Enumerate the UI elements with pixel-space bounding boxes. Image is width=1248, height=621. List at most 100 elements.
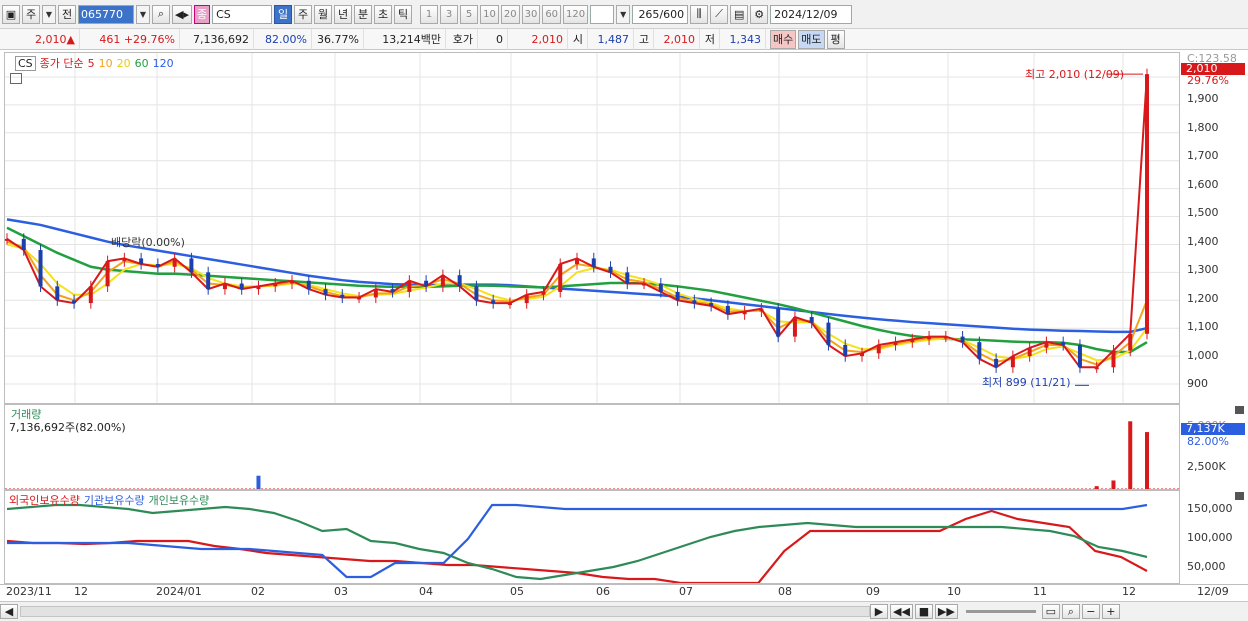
candle xyxy=(373,289,378,298)
candle xyxy=(1111,350,1116,368)
bar-count-input[interactable]: 265/600 xyxy=(632,4,689,24)
period-year-button[interactable]: 년 xyxy=(334,4,353,24)
candle xyxy=(72,300,77,304)
search-zoom-icon[interactable]: ⌕ xyxy=(1061,604,1080,619)
window-icon[interactable]: ▣ xyxy=(2,4,20,24)
stop-icon[interactable]: ■ xyxy=(914,604,933,619)
holder-y-label: 150,000 xyxy=(1187,502,1233,515)
legend-individual[interactable]: 개인보유수량 xyxy=(149,492,210,508)
candle xyxy=(608,266,613,273)
volume-chart[interactable] xyxy=(5,405,1180,490)
interval-20[interactable]: 20 xyxy=(500,4,520,24)
holder-pane[interactable]: 외국인보유수량 기관보유수량 개인보유수량 xyxy=(4,490,1180,584)
unit-select[interactable]: 주 xyxy=(22,4,40,24)
candle-icon[interactable]: ⫼ xyxy=(690,4,709,24)
sell-button[interactable]: 매도 xyxy=(798,29,825,49)
stock-name-field[interactable]: CS xyxy=(212,4,273,24)
avg-button[interactable]: 평 xyxy=(826,29,845,49)
gear-icon[interactable]: ⚙ xyxy=(750,4,769,24)
candle xyxy=(642,283,647,286)
candle xyxy=(256,286,261,290)
candle xyxy=(340,294,345,298)
legend-ma5[interactable]: 5 xyxy=(88,57,95,70)
y-label: 1,100 xyxy=(1187,320,1219,333)
chevron-down-icon[interactable]: ▼ xyxy=(42,4,56,24)
legend-stock-name[interactable]: CS xyxy=(15,55,36,71)
period-second-button[interactable]: 초 xyxy=(374,4,393,24)
interval-1[interactable]: 1 xyxy=(420,4,439,24)
y-label: 1,000 xyxy=(1187,349,1219,362)
date-input[interactable]: 2024/12/09 xyxy=(770,4,853,24)
candle xyxy=(1061,342,1066,345)
interval-30[interactable]: 30 xyxy=(521,4,541,24)
buy-button[interactable]: 매수 xyxy=(770,29,797,49)
save-icon[interactable]: ▤ xyxy=(730,4,749,24)
period-week-button[interactable]: 주 xyxy=(294,4,313,24)
period-minute-button[interactable]: 분 xyxy=(354,4,373,24)
legend-institution[interactable]: 기관보유수량 xyxy=(84,492,145,508)
close-icon[interactable] xyxy=(1235,406,1244,414)
scroll-left-icon[interactable]: ◀ xyxy=(0,604,18,619)
x-label: 2024/01 xyxy=(156,585,202,598)
candle xyxy=(1077,344,1082,368)
interval-60[interactable]: 60 xyxy=(542,4,562,24)
horizontal-scrollbar[interactable] xyxy=(20,606,870,617)
period-day-button[interactable]: 일 xyxy=(274,4,293,24)
scroll-right-icon[interactable]: ▶ xyxy=(870,604,888,619)
change-pct: +29.76% xyxy=(123,32,175,46)
volume-value: 7,136,692 xyxy=(180,28,254,50)
y-label: 1,800 xyxy=(1187,121,1219,134)
rewind-icon[interactable]: ◀◀ xyxy=(890,604,913,619)
volume-bar xyxy=(1128,421,1133,489)
speaker-icon[interactable]: ◀▸ xyxy=(172,4,192,24)
interval-120[interactable]: 120 xyxy=(563,4,589,24)
candle xyxy=(122,258,127,262)
candle xyxy=(658,283,663,292)
volume-pane[interactable]: 거래량 7,136,692주(82.00%) xyxy=(4,404,1180,490)
y-label: 1,600 xyxy=(1187,178,1219,191)
zoom-slider[interactable] xyxy=(965,610,1036,613)
volume-ratio-tag: 82.00% xyxy=(1187,435,1229,448)
play-icon[interactable]: ▶▶ xyxy=(934,604,958,619)
prev-button[interactable]: 전 xyxy=(58,4,76,24)
change-value: 461 xyxy=(99,32,121,46)
zoom-out-icon[interactable]: − xyxy=(1081,604,1100,619)
candle xyxy=(575,258,579,264)
legend-ma20[interactable]: 20 xyxy=(117,57,131,70)
hoga-price: 2,010 xyxy=(508,28,568,50)
candle xyxy=(725,305,730,315)
candle xyxy=(172,258,177,267)
y-label: 1,200 xyxy=(1187,292,1219,305)
stock-code-input[interactable]: 065770 xyxy=(78,4,134,24)
x-label: 03 xyxy=(334,585,348,598)
legend-ma60[interactable]: 60 xyxy=(135,57,149,70)
close-icon[interactable] xyxy=(1235,492,1244,500)
legend-ma10[interactable]: 10 xyxy=(99,57,113,70)
legend-foreign[interactable]: 외국인보유수량 xyxy=(9,492,80,508)
interval-10[interactable]: 10 xyxy=(480,4,499,24)
x-label: 05 xyxy=(510,585,524,598)
interval-5[interactable]: 5 xyxy=(460,4,479,24)
legend-ma120[interactable]: 120 xyxy=(153,57,174,70)
candle xyxy=(625,272,630,284)
search-icon[interactable]: ⌕ xyxy=(152,4,170,24)
candle xyxy=(876,344,881,354)
candle xyxy=(189,258,194,273)
period-tick-button[interactable]: 틱 xyxy=(394,4,413,24)
layout-icon[interactable]: ▭ xyxy=(1041,604,1060,619)
trade-amount: 13,214백만 xyxy=(364,28,446,50)
interval-3[interactable]: 3 xyxy=(440,4,459,24)
candle xyxy=(273,283,278,287)
draw-tool-icon[interactable]: ⟋ xyxy=(710,4,729,24)
interval-dropdown-icon[interactable]: ▼ xyxy=(616,4,631,24)
holder-y-axis: 150,000 100,000 50,000 xyxy=(1181,490,1248,584)
interval-custom-input[interactable] xyxy=(590,4,615,24)
table-icon[interactable] xyxy=(10,73,22,84)
zoom-in-icon[interactable]: + xyxy=(1101,604,1120,619)
price-pane[interactable]: CS 종가 단순 5 10 20 60 120 배당락(0.00%) 최고 2,… xyxy=(4,52,1180,404)
candle xyxy=(1094,367,1099,370)
code-dropdown-icon[interactable]: ▼ xyxy=(136,4,150,24)
chart-toolbar: ▣ 주 ▼ 전 065770 ▼ ⌕ ◀▸ 종 CS 일 주 월 년 분 초 틱… xyxy=(0,0,1248,29)
price-chart[interactable] xyxy=(5,53,1180,404)
period-month-button[interactable]: 월 xyxy=(314,4,333,24)
